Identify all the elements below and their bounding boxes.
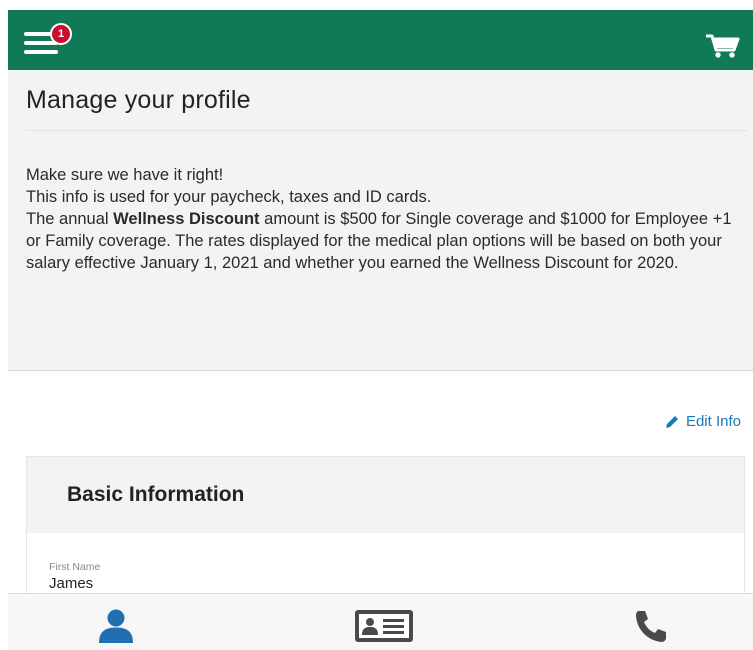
intro-text: Make sure we have it right! This info is… xyxy=(26,164,736,274)
edit-info-label: Edit Info xyxy=(685,413,741,430)
nav-phone-button[interactable] xyxy=(630,608,674,644)
top-bar: 1 xyxy=(8,10,753,70)
id-card-icon xyxy=(355,610,413,642)
cart-button[interactable] xyxy=(705,34,741,60)
divider xyxy=(8,370,753,371)
shopping-cart-icon xyxy=(706,34,740,58)
first-name-label: First Name xyxy=(49,561,101,573)
first-name-value: James xyxy=(49,575,94,592)
intro-line: Make sure we have it right! xyxy=(26,166,224,184)
card-title: Basic Information xyxy=(67,483,245,506)
bottom-navigation xyxy=(8,593,753,650)
phone-icon xyxy=(636,611,666,642)
page-title: Manage your profile xyxy=(26,86,251,114)
nav-profile-button[interactable] xyxy=(96,608,140,644)
wellness-discount-term: Wellness Discount xyxy=(113,210,260,228)
nav-id-card-button[interactable] xyxy=(353,608,415,644)
notification-badge: 1 xyxy=(50,23,72,45)
intro-line: This info is used for your paycheck, tax… xyxy=(26,188,432,206)
wellness-text: The annual xyxy=(26,210,114,228)
profile-intro-section: Manage your profile Make sure we have it… xyxy=(8,70,753,370)
edit-info-button[interactable]: Edit Info xyxy=(664,413,741,430)
card-header: Basic Information xyxy=(27,457,744,533)
divider xyxy=(26,130,748,131)
person-icon xyxy=(99,609,133,643)
wellness-paragraph: The annual Wellness Discount amount is $… xyxy=(26,208,736,274)
hamburger-menu-icon-line xyxy=(24,50,58,54)
pencil-icon xyxy=(665,415,678,428)
app-frame: 1 Manage your profile Make sure we have … xyxy=(8,0,753,650)
